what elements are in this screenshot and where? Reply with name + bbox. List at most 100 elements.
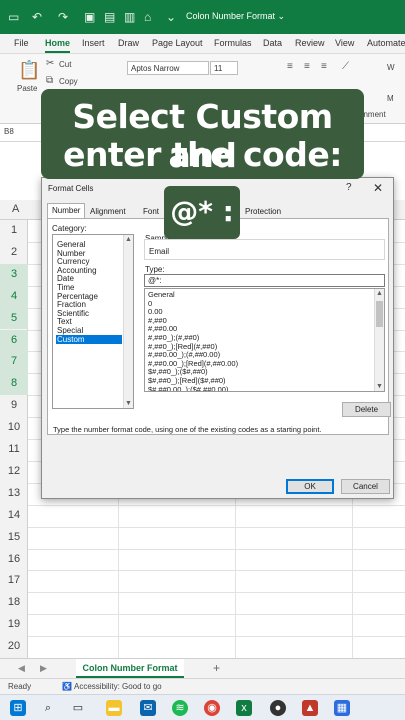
autosave-icon[interactable]: ▭ — [8, 10, 19, 24]
category-scrollbar[interactable]: ▲ ▼ — [123, 235, 133, 408]
row-header-2[interactable]: 2 — [0, 242, 28, 264]
font-name-box[interactable]: Aptos Narrow — [127, 61, 209, 75]
scroll-thumb[interactable] — [376, 301, 383, 327]
tab-page-layout[interactable]: Page Layout — [152, 38, 203, 48]
obs-icon[interactable]: ● — [270, 700, 286, 716]
search-icon[interactable]: ⌕ — [40, 700, 56, 716]
tab-view[interactable]: View — [335, 38, 354, 48]
scroll-up-icon[interactable]: ▲ — [125, 236, 132, 243]
align-middle-icon[interactable]: ≡ — [304, 61, 310, 72]
row-header-17[interactable]: 17 — [0, 570, 28, 592]
row-header-4[interactable]: 4 — [0, 285, 28, 308]
scroll-down-icon[interactable]: ▼ — [376, 383, 383, 390]
type-label: Type: — [145, 265, 165, 274]
code-list-scrollbar[interactable]: ▲ ▼ — [374, 289, 384, 391]
tab-file[interactable]: File — [14, 38, 29, 48]
tab-font[interactable]: Font — [139, 205, 163, 219]
tab-number[interactable]: Number — [47, 203, 86, 219]
next-sheet-icon[interactable]: ▶ — [40, 663, 47, 674]
file-explorer-icon[interactable]: ▬ — [106, 700, 122, 716]
row-header-14[interactable]: 14 — [0, 505, 28, 527]
prev-sheet-icon[interactable]: ◀ — [18, 663, 25, 674]
category-list[interactable]: General Number Currency Accounting Date Time P… — [52, 234, 134, 409]
row-header-11[interactable]: 11 — [0, 439, 28, 461]
paste-label[interactable]: Paste — [17, 84, 37, 93]
row-header-12[interactable]: 12 — [0, 461, 28, 483]
font-size-value: 11 — [214, 64, 223, 73]
name-box[interactable]: B8 — [4, 127, 14, 136]
redo-icon[interactable]: ↷ — [58, 10, 68, 24]
category-label: Category: — [52, 224, 87, 233]
paste-icon[interactable]: 📋 — [18, 60, 40, 81]
mail-icon[interactable]: ✉ — [140, 700, 156, 716]
row-header-5[interactable]: 5 — [0, 307, 28, 330]
row-header-6[interactable]: 6 — [0, 329, 28, 352]
copy-icon[interactable]: ⧉ — [46, 75, 53, 86]
active-tab-indicator — [45, 51, 70, 53]
row-header-18[interactable]: 18 — [0, 592, 28, 614]
tab-home[interactable]: Home — [45, 38, 70, 48]
tab-draw[interactable]: Draw — [118, 38, 139, 48]
delete-button[interactable]: Delete — [342, 402, 391, 417]
preview-icon[interactable]: ▥ — [124, 10, 135, 24]
scroll-down-icon[interactable]: ▼ — [125, 400, 132, 407]
wrap-text-label[interactable]: W — [387, 63, 395, 72]
app-icon[interactable]: ▲ — [302, 700, 318, 716]
align-bottom-icon[interactable]: ≡ — [321, 61, 327, 72]
row-header-19[interactable]: 19 — [0, 614, 28, 636]
category-item-custom[interactable]: Custom — [56, 334, 122, 344]
row-header-16[interactable]: 16 — [0, 549, 28, 571]
ok-button[interactable]: OK — [286, 479, 334, 494]
tab-data[interactable]: Data — [263, 38, 282, 48]
orientation-icon[interactable]: ⟋ — [342, 61, 349, 72]
row-header-9[interactable]: 9 — [0, 395, 28, 417]
row-header-13[interactable]: 13 — [0, 483, 28, 505]
tab-protection[interactable]: Protection — [241, 205, 285, 219]
windows-start-icon[interactable]: ⊞ — [10, 700, 26, 716]
excel-icon[interactable]: x — [236, 700, 252, 716]
row-header-7[interactable]: 7 — [0, 351, 28, 374]
merge-label[interactable]: M — [387, 94, 394, 103]
sheet-tab-colon-number-format[interactable]: Colon Number Format — [76, 659, 184, 678]
align-top-icon[interactable]: ≡ — [287, 61, 293, 72]
tab-formulas[interactable]: Formulas — [214, 38, 252, 48]
spotify-icon[interactable]: ≋ — [172, 700, 188, 716]
accessibility-status[interactable]: Accessibility: Good to go — [74, 682, 162, 691]
chrome-icon[interactable]: ◉ — [204, 700, 220, 716]
cut-label[interactable]: Cut — [59, 60, 71, 69]
help-icon[interactable]: ? — [346, 182, 352, 193]
row-header-3[interactable]: 3 — [0, 263, 28, 286]
save-icon[interactable]: ▣ — [84, 10, 95, 24]
tab-automate[interactable]: Automate — [367, 38, 405, 48]
cancel-button[interactable]: Cancel — [341, 479, 390, 494]
row-header-1[interactable]: 1 — [0, 220, 28, 242]
scroll-up-icon[interactable]: ▲ — [376, 290, 383, 297]
row-grid-line — [28, 548, 405, 550]
font-size-box[interactable]: 11 — [210, 61, 238, 75]
row-header-10[interactable]: 10 — [0, 417, 28, 439]
tab-review[interactable]: Review — [295, 38, 325, 48]
window-title[interactable]: Colon Number Format ⌄ — [186, 11, 285, 22]
row-header-8[interactable]: 8 — [0, 373, 28, 396]
format-code-item[interactable]: $#,##0.00_);($#,##0.00) — [148, 385, 228, 391]
number-tab-panel: Category: General Number Currency Accountin… — [47, 218, 391, 435]
open-folder-icon[interactable]: ⌂ — [144, 10, 151, 24]
format-code-list[interactable]: General 0 0.00 #,##0 #,##0.00 #,##0_);(#,##0)… — [144, 288, 385, 392]
column-a-header[interactable]: A — [12, 203, 19, 215]
tab-insert[interactable]: Insert — [82, 38, 105, 48]
task-view-icon[interactable]: ▭ — [70, 700, 86, 716]
row-header-15[interactable]: 15 — [0, 527, 28, 549]
accessibility-icon[interactable]: ♿ — [62, 682, 72, 691]
row-grid-line — [28, 614, 405, 616]
print-icon[interactable]: ▤ — [104, 10, 115, 24]
more-commands-icon[interactable]: ⌄ — [166, 10, 176, 24]
calculator-icon[interactable]: ▦ — [334, 700, 350, 716]
close-icon[interactable]: ✕ — [373, 181, 383, 195]
add-sheet-button[interactable]: + — [213, 661, 220, 675]
tab-alignment[interactable]: Alignment — [86, 205, 130, 219]
cut-icon[interactable]: ✂ — [46, 58, 54, 69]
copy-label[interactable]: Copy — [59, 77, 78, 86]
undo-icon[interactable]: ↶ — [32, 10, 42, 24]
type-input[interactable] — [144, 274, 385, 287]
row-header-20[interactable]: 20 — [0, 636, 28, 658]
